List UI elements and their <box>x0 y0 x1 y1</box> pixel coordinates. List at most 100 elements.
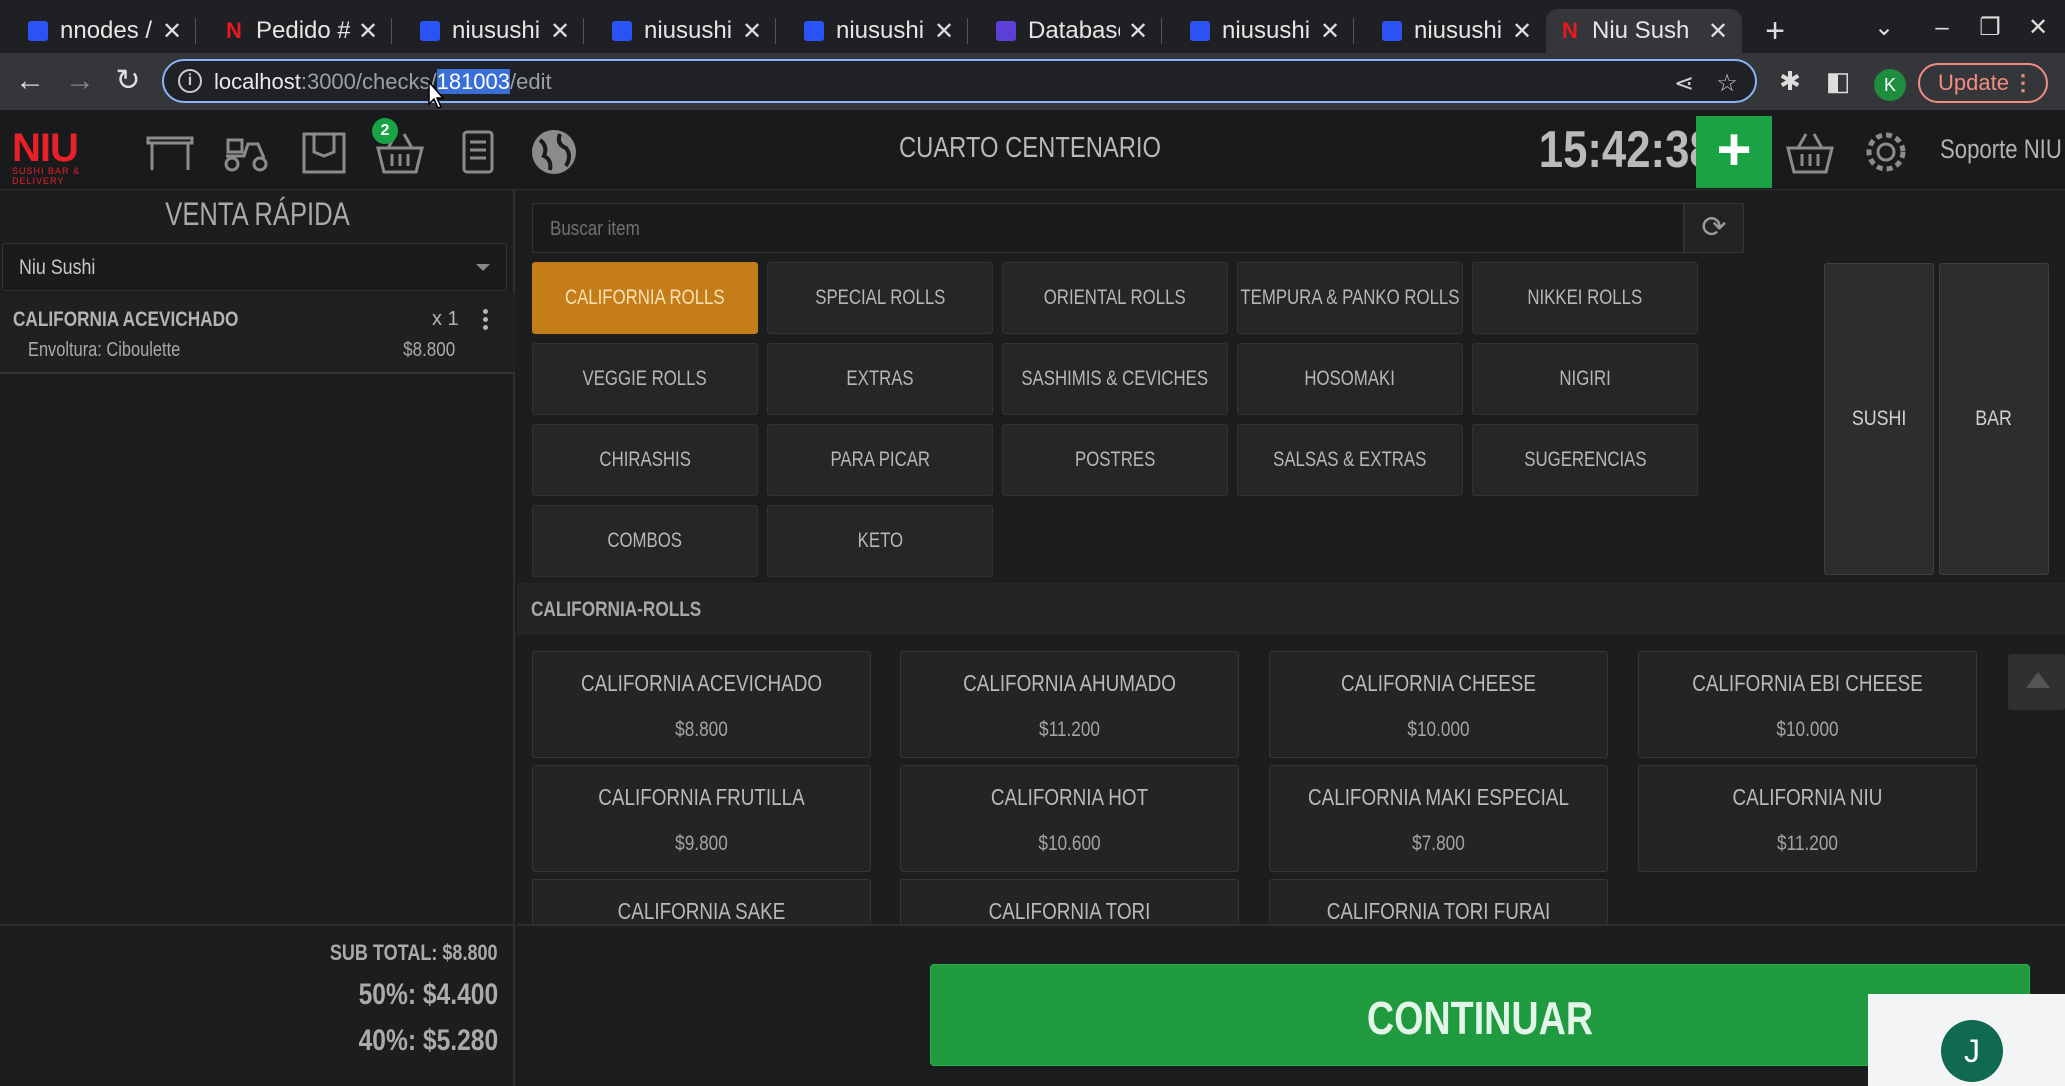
product-card[interactable]: CALIFORNIA AHUMADO $11.200 <box>900 651 1239 758</box>
browser-tab[interactable]: niusushi ✕ <box>1354 9 1546 53</box>
browser-tab[interactable]: nnodes / ✕ <box>0 9 196 53</box>
category-nigiri[interactable]: NIGIRI <box>1472 343 1698 415</box>
product-card[interactable]: CALIFORNIA NIU $11.200 <box>1638 765 1977 872</box>
delivery-scooter-icon[interactable] <box>218 126 274 178</box>
basket-icon[interactable] <box>1782 126 1838 178</box>
close-tab-icon[interactable]: ✕ <box>1708 17 1728 46</box>
close-tab-icon[interactable]: ✕ <box>1128 17 1148 46</box>
niu-sushi-logo[interactable]: NIU SUSHI BAR & DELIVERY <box>12 128 116 186</box>
side-panel-icon[interactable]: ◧ <box>1818 61 1858 101</box>
order-item-price: $8.800 <box>403 339 455 361</box>
order-line-item[interactable]: CALIFORNIA ACEVICHADO x 1 Envoltura: Cib… <box>0 294 515 374</box>
more-menu-icon: ⋮ <box>2012 70 2034 95</box>
share-icon[interactable]: ⋖ <box>1669 69 1699 98</box>
product-card[interactable]: CALIFORNIA TORI <box>900 879 1239 924</box>
takeaway-bag-icon[interactable] <box>296 126 352 178</box>
category-postres[interactable]: POSTRES <box>1002 424 1228 496</box>
category-label: SALSAS & EXTRAS <box>1273 448 1427 471</box>
forward-arrow-icon[interactable]: → <box>60 61 100 101</box>
new-order-plus-button[interactable]: + <box>1696 116 1772 188</box>
product-name: CALIFORNIA ACEVICHADO <box>580 670 823 696</box>
continue-button[interactable]: CONTINUAR <box>930 964 2030 1066</box>
category-salsas-extras[interactable]: SALSAS & EXTRAS <box>1237 424 1463 496</box>
profile-avatar[interactable]: K <box>1874 69 1906 101</box>
search-input[interactable]: Buscar item <box>532 203 1684 253</box>
product-card[interactable]: CALIFORNIA FRUTILLA $9.800 <box>532 765 871 872</box>
product-card[interactable]: CALIFORNIA SAKE <box>532 879 871 924</box>
category-label: POSTRES <box>1074 448 1156 471</box>
product-card[interactable]: CALIFORNIA EBI CHEESE $10.000 <box>1638 651 1977 758</box>
browser-tab[interactable]: Database ✕ <box>968 9 1162 53</box>
close-tab-icon[interactable]: ✕ <box>742 17 762 46</box>
discount-50: 50%: $4.400 <box>358 978 498 1011</box>
tab-search-chevron-icon[interactable]: ⌄ <box>1862 8 1906 48</box>
address-bar[interactable]: i localhost:3000/checks/181003/edit ⋖ ☆ <box>162 59 1757 103</box>
chat-widget[interactable]: J <box>1868 994 2065 1086</box>
sushi-station-button[interactable]: SUSHI <box>1824 263 1934 575</box>
url-selected-text: 181003 <box>436 69 511 94</box>
bar-station-button[interactable]: BAR <box>1939 263 2049 575</box>
product-card[interactable]: CALIFORNIA TORI FURAI <box>1269 879 1608 924</box>
close-tab-icon[interactable]: ✕ <box>162 17 182 46</box>
new-tab-plus-icon[interactable]: + <box>1753 9 1797 53</box>
update-button[interactable]: Update ⋮ <box>1918 63 2048 103</box>
close-window-icon[interactable]: ✕ <box>2016 8 2060 48</box>
kebab-menu-icon[interactable] <box>477 306 493 334</box>
product-card[interactable]: CALIFORNIA MAKI ESPECIAL $7.800 <box>1269 765 1608 872</box>
category-tempura-panko-rolls[interactable]: TEMPURA & PANKO ROLLS <box>1237 262 1463 334</box>
close-tab-icon[interactable]: ✕ <box>358 17 378 46</box>
product-card[interactable]: CALIFORNIA CHEESE $10.000 <box>1269 651 1608 758</box>
user-menu[interactable]: Soporte NIU ▾ <box>1940 134 2065 165</box>
browser-tab[interactable]: niusushi ✕ <box>776 9 968 53</box>
browser-toolbar: ← → ↻ i localhost:3000/checks/181003/edi… <box>0 53 2065 110</box>
category-label: PARA PICAR <box>830 448 930 471</box>
category-oriental-rolls[interactable]: ORIENTAL ROLLS <box>1002 262 1228 334</box>
database-favicon-icon <box>996 21 1016 41</box>
category-label: NIKKEI ROLLS <box>1527 286 1643 309</box>
category-combos[interactable]: COMBOS <box>532 505 758 577</box>
reload-icon[interactable]: ↻ <box>108 61 148 101</box>
close-tab-icon[interactable]: ✕ <box>550 17 570 46</box>
category-keto[interactable]: KETO <box>767 505 993 577</box>
shield-favicon-icon <box>28 21 48 41</box>
category-hosomaki[interactable]: HOSOMAKI <box>1237 343 1463 415</box>
product-card[interactable]: CALIFORNIA HOT $10.600 <box>900 765 1239 872</box>
table-icon[interactable] <box>142 126 198 178</box>
category-nikkei-rolls[interactable]: NIKKEI ROLLS <box>1472 262 1698 334</box>
tab-title: niusushi <box>452 17 541 44</box>
restore-icon[interactable]: ❐ <box>1968 8 2012 48</box>
bookmark-star-icon[interactable]: ☆ <box>1712 69 1742 98</box>
browser-tab[interactable]: N Pedido # ✕ <box>196 9 392 53</box>
shield-favicon-icon <box>1190 21 1210 41</box>
browser-tab-active[interactable]: N Niu Sush ✕ <box>1546 9 1742 53</box>
receipt-icon[interactable] <box>450 126 506 178</box>
close-tab-icon[interactable]: ✕ <box>1512 17 1532 46</box>
globe-icon[interactable] <box>526 126 582 178</box>
category-extras[interactable]: EXTRAS <box>767 343 993 415</box>
category-para-picar[interactable]: PARA PICAR <box>767 424 993 496</box>
browser-tab[interactable]: niusushi ✕ <box>392 9 584 53</box>
close-tab-icon[interactable]: ✕ <box>1320 17 1340 46</box>
close-tab-icon[interactable]: ✕ <box>934 17 954 46</box>
refresh-icon[interactable]: ⟳ <box>1684 203 1744 253</box>
chat-avatar[interactable]: J <box>1941 1020 2003 1082</box>
category-california-rolls[interactable]: CALIFORNIA ROLLS <box>532 262 758 334</box>
gear-icon[interactable] <box>1858 126 1914 178</box>
url-text[interactable]: localhost:3000/checks/181003/edit <box>214 69 552 95</box>
category-chirashis[interactable]: CHIRASHIS <box>532 424 758 496</box>
minimize-icon[interactable]: – <box>1920 8 1964 48</box>
category-sashimis-ceviches[interactable]: SASHIMIS & CEVICHES <box>1002 343 1228 415</box>
category-sugerencias[interactable]: SUGERENCIAS <box>1472 424 1698 496</box>
browser-tab[interactable]: niusushi ✕ <box>584 9 776 53</box>
site-info-icon[interactable]: i <box>178 69 202 93</box>
scroll-up-button[interactable] <box>2008 654 2065 710</box>
menu-select[interactable]: Niu Sushi <box>2 243 507 291</box>
product-price: $9.800 <box>675 832 728 855</box>
app-header: NIU SUSHI BAR & DELIVERY 2 CUARTO CENTEN… <box>0 110 2065 190</box>
browser-tab[interactable]: niusushi ✕ <box>1162 9 1354 53</box>
product-card[interactable]: CALIFORNIA ACEVICHADO $8.800 <box>532 651 871 758</box>
category-special-rolls[interactable]: SPECIAL ROLLS <box>767 262 993 334</box>
category-veggie-rolls[interactable]: VEGGIE ROLLS <box>532 343 758 415</box>
extensions-puzzle-icon[interactable]: ✱ <box>1770 61 1810 101</box>
back-arrow-icon[interactable]: ← <box>10 61 50 101</box>
